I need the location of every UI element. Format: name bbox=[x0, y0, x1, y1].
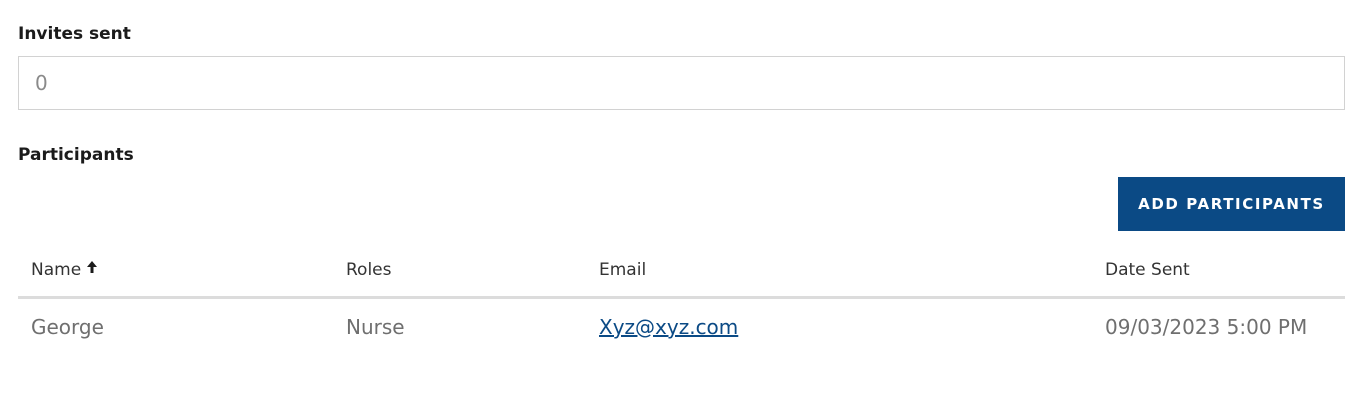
table-row: George Nurse Xyz@xyz.com 09/03/2023 5:00… bbox=[18, 299, 1345, 357]
cell-email: Xyz@xyz.com bbox=[599, 313, 738, 341]
add-participants-button[interactable]: ADD PARTICIPANTS bbox=[1118, 177, 1345, 231]
participants-label: Participants bbox=[18, 145, 134, 165]
column-header-name-label: Name bbox=[31, 260, 82, 280]
column-header-date-sent[interactable]: Date Sent bbox=[1105, 258, 1190, 282]
email-link[interactable]: Xyz@xyz.com bbox=[599, 315, 738, 339]
column-header-roles[interactable]: Roles bbox=[346, 258, 392, 282]
table-header: Name Roles Email Date Sent bbox=[18, 250, 1345, 299]
invites-sent-label: Invites sent bbox=[18, 24, 131, 44]
participants-panel: Invites sent Participants ADD PARTICIPAN… bbox=[0, 0, 1364, 403]
column-header-email[interactable]: Email bbox=[599, 258, 646, 282]
cell-date-sent: 09/03/2023 5:00 PM bbox=[1105, 315, 1308, 339]
invites-sent-field[interactable] bbox=[18, 56, 1345, 110]
cell-name: George bbox=[31, 315, 104, 339]
arrow-up-icon bbox=[86, 257, 98, 281]
column-header-name[interactable]: Name bbox=[31, 258, 98, 282]
cell-role: Nurse bbox=[346, 315, 405, 339]
